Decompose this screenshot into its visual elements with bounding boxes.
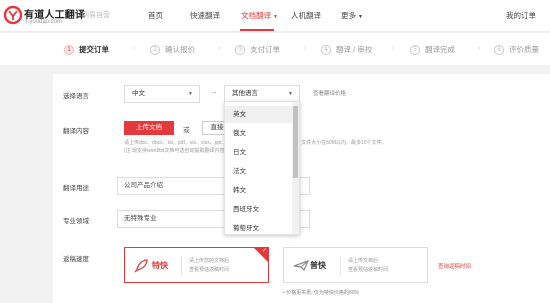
checkmark-icon: ✓ xyxy=(261,248,267,254)
step-number: 6 xyxy=(494,44,504,55)
my-orders-link[interactable]: 我的订单 xyxy=(506,10,536,21)
step-submit-order: 1 提交订单 xyxy=(64,44,109,55)
youdao-logo-icon[interactable] xyxy=(3,5,23,25)
step-translate-review: 4 翻译 / 审校 xyxy=(321,44,372,55)
step-pay-order: 3 支付订单 xyxy=(235,44,280,55)
language-label: 选择语言 xyxy=(63,93,89,100)
source-language-value: 中文 xyxy=(132,90,145,97)
step-label: 支付订单 xyxy=(250,45,280,54)
field-label: 专业领域 xyxy=(63,218,89,225)
step-label: 提交订单 xyxy=(79,45,109,54)
check-turnaround-link[interactable]: 查询返稿时间 xyxy=(438,262,471,270)
chevron-down-icon: ▼ xyxy=(273,14,278,20)
speed-express-line-2: 查看预估返稿时间 xyxy=(189,267,230,273)
nav-quick-translate[interactable]: 快速翻译 xyxy=(190,10,220,21)
step-confirm-quote: 2 确认报价 xyxy=(150,44,195,55)
dropdown-scroll-thumb[interactable] xyxy=(293,106,298,178)
chevron-right-icon: › xyxy=(133,43,136,52)
language-option-portuguese[interactable]: 葡萄牙文 xyxy=(225,220,294,234)
or-text: 或 xyxy=(183,127,190,134)
step-label: 确认报价 xyxy=(165,45,195,54)
nav-more-label: 更多 xyxy=(341,11,356,20)
language-option-japanese[interactable]: 日文 xyxy=(225,144,294,161)
speed-option-normal[interactable]: 普快 请上传文档后 查看预估返稿时间 xyxy=(283,247,428,283)
speed-normal-line-1: 请上传文档后 xyxy=(348,258,379,264)
step-number: 4 xyxy=(321,44,331,55)
view-price-link[interactable]: 查看翻译价格 xyxy=(313,89,346,97)
step-number: 1 xyxy=(64,44,74,55)
chevron-right-icon: › xyxy=(392,43,395,52)
rocket-icon xyxy=(134,259,148,273)
source-language-select[interactable]: 中文 ▼ xyxy=(124,85,200,103)
speed-express-line-1: 请上传您的文档后 xyxy=(189,258,230,264)
nav-active-indicator xyxy=(240,29,274,31)
chevron-right-icon: › xyxy=(218,43,221,52)
chevron-right-icon: › xyxy=(478,43,481,52)
speed-express-name: 特快 xyxy=(152,261,168,270)
nav-document-translate-label: 文档翻译 xyxy=(241,11,271,20)
speed-divider xyxy=(340,256,341,276)
purpose-label: 翻译用途 xyxy=(63,185,89,192)
language-option-russian[interactable]: 俄文 xyxy=(225,125,294,142)
nav-home[interactable]: 首页 xyxy=(148,10,163,21)
nav-human-machine[interactable]: 人机翻译 xyxy=(291,10,321,21)
content-label: 翻译内容 xyxy=(63,128,89,135)
nav-more[interactable]: 更多 ▼ xyxy=(341,10,363,21)
target-language-value: 其他语言 xyxy=(232,90,258,97)
chevron-down-icon: ▼ xyxy=(358,14,363,20)
speed-normal-line-2: 查看预估返稿时间 xyxy=(348,267,389,273)
nav-document-translate[interactable]: 文档翻译 ▼ xyxy=(241,10,278,21)
target-language-dropdown: 英文 俄文 日文 法文 韩文 西班牙文 葡萄牙文 xyxy=(224,101,300,235)
language-option-korean[interactable]: 韩文 xyxy=(225,182,294,199)
step-label: 评价质量 xyxy=(509,45,539,54)
language-option-french[interactable]: 法文 xyxy=(225,163,294,180)
language-option-english[interactable]: 英文 xyxy=(225,106,294,123)
step-label: 翻译完成 xyxy=(425,45,455,54)
step-translate-done: 5 翻译完成 xyxy=(410,44,455,55)
airplane-icon xyxy=(293,260,309,272)
chevron-right-icon: › xyxy=(304,43,307,52)
step-rate-quality: 6 评价质量 xyxy=(494,44,539,55)
order-steps: 1 提交订单 › 2 确认报价 › 3 支付订单 › 4 翻译 / 审校 › 5 翻译完成… xyxy=(0,33,550,65)
speed-option-express[interactable]: 特快 请上传您的文档后 查看预估返稿时间 ✓ xyxy=(124,247,269,283)
speed-normal-name: 普快 xyxy=(310,261,326,270)
chevron-down-icon: ▼ xyxy=(288,91,293,97)
language-option-spanish[interactable]: 西班牙文 xyxy=(225,201,294,218)
chevron-down-icon: ▼ xyxy=(188,91,193,97)
speed-divider xyxy=(181,256,182,276)
step-label: 翻译 / 审校 xyxy=(336,45,373,54)
speed-label: 返稿速度 xyxy=(63,256,89,263)
step-number: 2 xyxy=(150,44,160,55)
top-header: 有道人工翻译 f.youdao.com 网易自营 首页 快速翻译 文档翻译 ▼ 人… xyxy=(0,0,550,32)
brand-tagline: 网易自营 xyxy=(82,12,110,19)
step-number: 3 xyxy=(235,44,245,55)
upload-document-button[interactable]: 上传文档 xyxy=(124,121,174,135)
price-note: • 价格更实惠, 仅为特快价格的60% xyxy=(283,290,359,296)
arrow-right-icon: → xyxy=(210,87,218,96)
brand-domain: f.youdao.com xyxy=(26,19,63,25)
step-number: 5 xyxy=(410,44,420,55)
